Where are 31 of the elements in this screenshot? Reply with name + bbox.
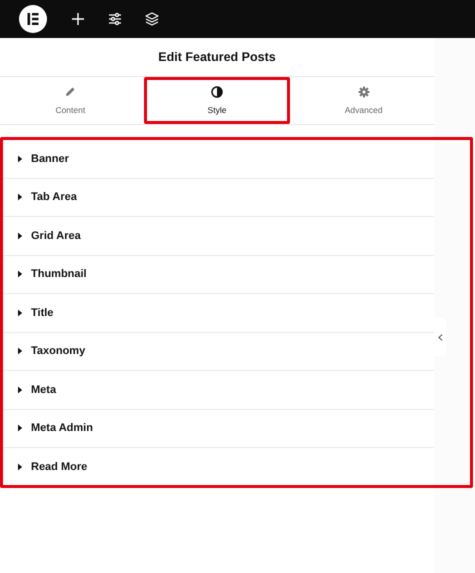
- caret-icon: [18, 347, 23, 356]
- tab[interactable]: Content: [0, 77, 141, 124]
- section-header[interactable]: Grid Area: [3, 217, 434, 256]
- logo-icon[interactable]: [19, 5, 47, 33]
- caret-icon: [18, 463, 23, 472]
- caret-icon: [18, 193, 23, 202]
- collapse-handle[interactable]: [434, 318, 446, 356]
- caret-icon: [18, 424, 23, 432]
- gear-icon: [358, 86, 370, 98]
- panel-title: Edit Featured Posts: [158, 50, 276, 64]
- chevron-left-icon: [438, 334, 442, 340]
- layers-icon[interactable]: [145, 12, 159, 26]
- section-header[interactable]: Meta Admin: [3, 410, 434, 448]
- section-header[interactable]: Thumbnail: [3, 256, 434, 294]
- caret-icon: [18, 232, 23, 240]
- pencil-icon: [64, 86, 76, 98]
- section-header[interactable]: Banner: [3, 140, 434, 178]
- section-header[interactable]: Read More: [3, 448, 434, 486]
- plus-icon[interactable]: [71, 12, 85, 26]
- caret-icon: [18, 308, 23, 317]
- caret-icon: [18, 270, 23, 278]
- section-header[interactable]: Meta: [3, 371, 434, 410]
- section-header[interactable]: Title: [3, 294, 434, 332]
- tab[interactable]: Style: [144, 77, 290, 124]
- caret-icon: [18, 154, 23, 163]
- section-header[interactable]: Tab Area: [3, 178, 434, 217]
- tab[interactable]: Advanced: [293, 77, 434, 124]
- section-header[interactable]: Taxonomy: [3, 332, 434, 371]
- contrast-icon: [211, 86, 223, 98]
- sliders-icon[interactable]: [108, 12, 122, 26]
- caret-icon: [18, 386, 23, 394]
